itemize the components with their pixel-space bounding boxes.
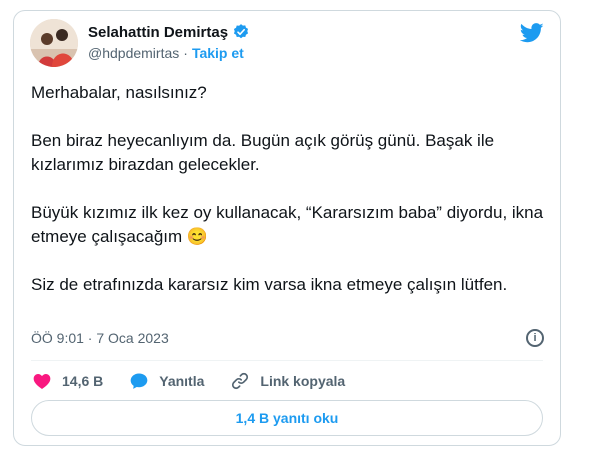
tweet-paragraph-text: Büyük kızımız ilk kez oy kullanacak, “Ka… bbox=[31, 203, 548, 246]
twitter-bird-icon[interactable] bbox=[519, 23, 544, 43]
heart-icon bbox=[33, 374, 51, 389]
separator-dot: · bbox=[183, 45, 188, 61]
avatar[interactable] bbox=[30, 19, 78, 67]
read-replies-label: 1,4 B yanıtı oku bbox=[235, 410, 339, 426]
author-handle[interactable]: @hdpdemirtas bbox=[88, 45, 179, 61]
reply-label: Yanıtla bbox=[159, 373, 205, 389]
tweet-paragraph: Merhabalar, nasılsınız? bbox=[31, 83, 207, 102]
read-replies-button[interactable]: 1,4 B yanıtı oku bbox=[31, 400, 543, 436]
verified-badge-icon bbox=[232, 23, 250, 41]
tweet-card: Selahattin Demirtaş @hdpdemirtas · Takip… bbox=[13, 10, 561, 446]
tweet-timestamp[interactable]: ÖÖ 9:01 · 7 Oca 2023 bbox=[31, 330, 169, 346]
action-bar: 14,6 B Yanıtla Link kopyala bbox=[32, 371, 371, 391]
divider bbox=[31, 360, 543, 361]
like-button[interactable]: 14,6 B bbox=[32, 371, 103, 391]
link-icon bbox=[232, 372, 249, 390]
smiling-face-emoji-icon: 😊 bbox=[186, 227, 209, 246]
like-count: 14,6 B bbox=[62, 373, 104, 389]
tweet-paragraph: Büyük kızımız ilk kez oy kullanacak, “Ka… bbox=[31, 201, 546, 249]
handle-row: @hdpdemirtas · Takip et bbox=[88, 45, 244, 61]
author-name[interactable]: Selahattin Demirtaş bbox=[88, 24, 228, 41]
copy-link-label: Link kopyala bbox=[260, 373, 346, 389]
tweet-paragraph: Siz de etrafınızda kararsız kim varsa ik… bbox=[31, 275, 508, 294]
author-name-row: Selahattin Demirtaş bbox=[88, 23, 250, 41]
tweet-paragraph: Ben biraz heyecanlıyım da. Bugün açık gö… bbox=[31, 131, 499, 174]
copy-link-button[interactable]: Link kopyala bbox=[230, 371, 345, 391]
tweet-text: Merhabalar, nasılsınız? Ben biraz heyeca… bbox=[31, 81, 546, 321]
reply-bubble-icon bbox=[130, 373, 148, 389]
reply-button[interactable]: Yanıtla bbox=[129, 371, 204, 391]
follow-button[interactable]: Takip et bbox=[192, 45, 244, 61]
info-icon[interactable]: i bbox=[526, 329, 544, 347]
